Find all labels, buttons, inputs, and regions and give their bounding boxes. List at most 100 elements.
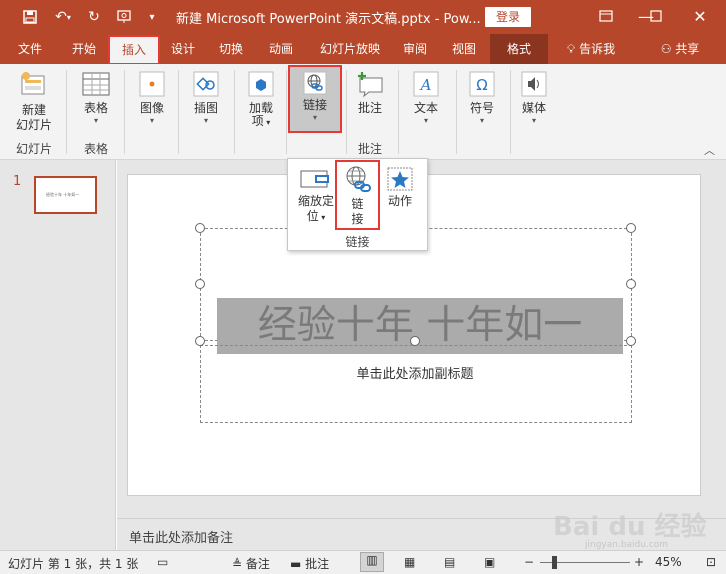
comments-toggle[interactable]: ▬ 批注 <box>290 555 329 572</box>
baidu-watermark: Bai du 经验 <box>553 512 707 542</box>
links-label: 链接 <box>302 98 327 112</box>
tab-animations[interactable]: 动画 <box>259 34 303 64</box>
tab-view[interactable]: 视图 <box>442 34 486 64</box>
hyperlink-label-2: 接 <box>351 212 364 226</box>
fit-to-window-icon[interactable]: ⊡ <box>706 555 716 569</box>
separator <box>398 70 399 154</box>
links-button[interactable]: 链接 ▾ <box>288 65 342 133</box>
resize-handle[interactable] <box>626 223 636 233</box>
notes-toggle[interactable]: ≜ 备注 <box>232 555 270 572</box>
links-group-label: 链接 <box>345 235 370 249</box>
hyperlink-label-1: 链 <box>351 197 364 211</box>
save-icon[interactable] <box>20 7 40 27</box>
undo-icon[interactable]: ↶ ▾ <box>50 7 76 27</box>
media-label: 媒体 <box>521 101 546 115</box>
tab-format[interactable]: 格式 <box>490 34 548 64</box>
tell-me-label: 告诉我 <box>579 42 616 56</box>
share-label: 共享 <box>675 42 700 56</box>
separator <box>510 70 511 154</box>
customize-qat-icon[interactable]: ▾ <box>144 7 160 27</box>
images-button[interactable]: 图像 ▾ <box>132 70 172 126</box>
slide-number: 1 <box>13 174 22 189</box>
slides-group-label: 幻灯片 <box>15 142 52 156</box>
images-label: 图像 <box>139 101 164 115</box>
zoom-out-icon[interactable]: − <box>524 555 534 569</box>
separator <box>286 70 287 154</box>
notes-placeholder[interactable]: 单击此处添加备注 <box>129 527 233 546</box>
links-dropdown: 缩放定 位 ▾ 链 接 动作 链接 <box>287 158 428 251</box>
tab-insert[interactable]: 插入 <box>108 35 160 65</box>
zoom-slider-thumb[interactable] <box>552 556 557 569</box>
addins-icon <box>242 70 280 101</box>
table-label: 表格 <box>83 101 108 115</box>
speaker-icon <box>514 70 554 101</box>
slide-thumbnail-pane: 1 经验十年 十年如一 <box>0 160 116 550</box>
share-button[interactable]: ⚇ 共享 <box>652 34 708 64</box>
chevron-down-icon: ▾ <box>203 116 208 125</box>
slide-subtitle[interactable]: 单击此处添加副标题 <box>200 363 630 382</box>
resize-handle[interactable] <box>195 279 205 289</box>
separator <box>346 70 347 154</box>
tab-home[interactable]: 开始 <box>60 34 108 64</box>
comments-label: 批注 <box>305 557 330 571</box>
status-bar: 幻灯片 第 1 张，共 1 张 ▭ ≜ 备注 ▬ 批注 ▥ ▦ ▤ ▣ − + … <box>0 550 726 574</box>
table-button[interactable]: 表格 ▾ <box>74 70 118 126</box>
reading-view-icon[interactable]: ▤ <box>444 555 455 569</box>
tab-file[interactable]: 文件 <box>6 34 54 64</box>
zoom-level[interactable]: 45% <box>655 555 682 569</box>
zoom-button[interactable]: 缩放定 位 ▾ <box>294 167 338 225</box>
person-icon: ⚇ <box>660 42 672 56</box>
resize-handle[interactable] <box>626 279 636 289</box>
separator <box>234 70 235 154</box>
lightbulb-icon: 💡︎ <box>566 42 576 56</box>
notes-label: 备注 <box>245 557 270 571</box>
slideshow-view-icon[interactable]: ▣ <box>484 555 495 569</box>
illustrations-button[interactable]: 插图 ▾ <box>186 70 226 126</box>
resize-handle[interactable] <box>195 223 205 233</box>
separator <box>456 70 457 154</box>
svg-text:A: A <box>419 76 432 94</box>
resize-handle[interactable] <box>410 336 420 346</box>
comments-group-label: 批注 <box>357 142 382 156</box>
redo-icon[interactable]: ↻ <box>84 7 104 27</box>
tab-slideshow[interactable]: 幻灯片放映 <box>310 34 390 64</box>
resize-handle[interactable] <box>626 336 636 346</box>
omega-icon: Ω <box>462 70 502 101</box>
chevron-down-icon: ▾ <box>93 116 98 125</box>
close-icon[interactable]: ✕ <box>680 4 720 30</box>
action-button[interactable]: 动作 <box>380 167 420 209</box>
new-slide-label-2: 幻灯片 <box>15 118 52 132</box>
normal-view-icon[interactable]: ▥ <box>360 552 384 572</box>
spell-check-icon[interactable]: ▭ <box>157 555 168 569</box>
comment-button[interactable]: 批注 <box>352 70 388 116</box>
ribbon-display-options-icon[interactable] <box>586 4 626 30</box>
subtitle-placeholder[interactable] <box>200 345 632 423</box>
document-title: 新建 Microsoft PowerPoint 演示文稿.pptx - Pow.… <box>176 12 481 27</box>
addins-label-2: 项 <box>251 114 264 128</box>
tab-design[interactable]: 设计 <box>162 34 204 64</box>
restore-icon[interactable] <box>636 4 676 30</box>
addins-button[interactable]: 加载 项 ▾ <box>242 70 280 130</box>
symbols-button[interactable]: Ω 符号 ▾ <box>462 70 502 126</box>
ribbon-tabs: 文件 开始 插入 设计 切换 动画 幻灯片放映 审阅 视图 格式 💡︎ 告诉我 … <box>0 34 726 65</box>
resize-handle[interactable] <box>195 336 205 346</box>
media-button[interactable]: 媒体 ▾ <box>514 70 554 126</box>
chevron-down-icon: ▾ <box>479 116 484 125</box>
hyperlink-button[interactable]: 链 接 <box>335 160 380 230</box>
tell-me-box[interactable]: 💡︎ 告诉我 <box>556 34 626 64</box>
zoom-icon <box>299 167 333 194</box>
zoom-in-icon[interactable]: + <box>634 555 644 569</box>
new-slide-label-1: 新建 <box>21 103 46 117</box>
table-icon <box>74 70 118 101</box>
slide-sorter-icon[interactable]: ▦ <box>404 555 415 569</box>
text-button[interactable]: A 文本 ▾ <box>406 70 446 126</box>
slide-thumbnail[interactable]: 经验十年 十年如一 <box>34 176 97 214</box>
login-button[interactable]: 登录 <box>485 7 531 27</box>
collapse-ribbon-icon[interactable]: ︿ <box>704 142 715 158</box>
tab-review[interactable]: 审阅 <box>394 34 436 64</box>
ribbon-insert: 新建 幻灯片 幻灯片 表格 ▾ 表格 图像 ▾ 插图 ▾ 加载 项 ▾ 链接 ▾… <box>0 64 726 160</box>
tab-transitions[interactable]: 切换 <box>210 34 252 64</box>
link-globe-icon <box>290 71 340 98</box>
new-slide-button[interactable]: 新建 幻灯片 <box>8 70 60 133</box>
presentation-start-icon[interactable] <box>112 7 136 27</box>
